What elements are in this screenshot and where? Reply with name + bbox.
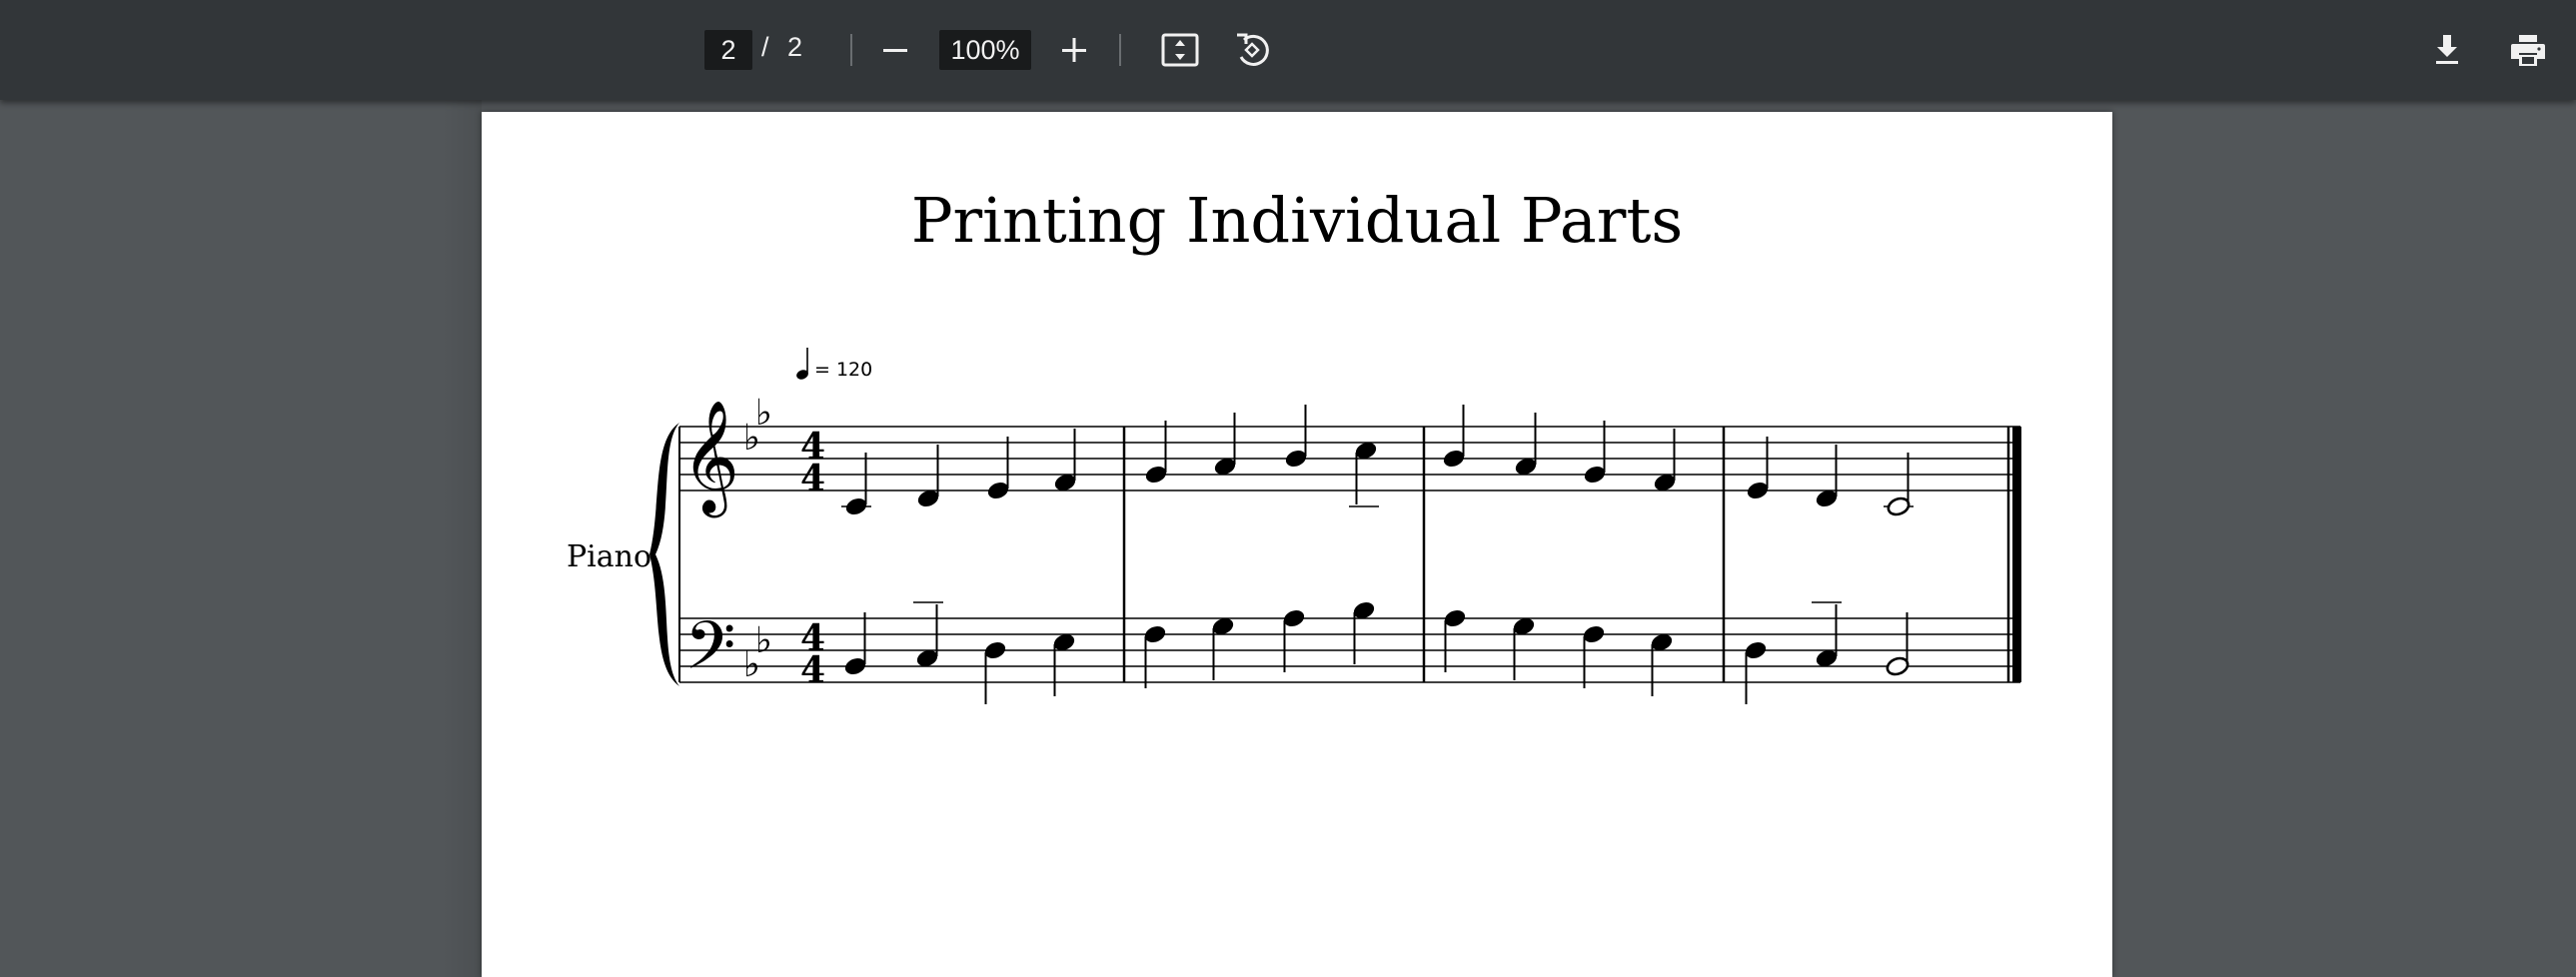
time-signature: 4 4 4 4 (800, 426, 825, 691)
pdf-toolbar: 2 / 2 100% (0, 0, 2576, 100)
tempo-marking: = 120 (814, 359, 873, 381)
fit-to-page-icon (1161, 33, 1199, 67)
rotate-button[interactable] (1224, 22, 1280, 78)
tempo-note (796, 348, 808, 380)
print-button[interactable] (2500, 22, 2556, 78)
zoom-level-input[interactable]: 100% (939, 30, 1031, 70)
notes-layer (841, 405, 1914, 704)
rotate-icon (1237, 33, 1269, 66)
print-icon (2511, 35, 2545, 66)
viewer-background (442, 100, 482, 977)
treble-clef: 𝄞 (681, 400, 739, 518)
pdf-page: Printing Individual Parts 𝄞 𝄢 ♭ ♭ ♭ ♭ 4 … (482, 112, 2112, 977)
staff-lines (679, 426, 2020, 683)
svg-text:4: 4 (800, 649, 825, 691)
key-signature: ♭ ♭ ♭ ♭ (743, 393, 772, 685)
plus-icon (1062, 38, 1086, 62)
page-total: 2 (787, 32, 803, 62)
zoom-out-button[interactable] (867, 22, 923, 78)
svg-text:♭: ♭ (755, 393, 772, 434)
download-icon (2436, 35, 2458, 64)
download-button[interactable] (2419, 22, 2475, 78)
toolbar-divider (1119, 34, 1121, 66)
fit-to-page-button[interactable] (1152, 22, 1208, 78)
music-score: 𝄞 𝄢 ♭ ♭ ♭ ♭ 4 4 4 4 (649, 348, 2021, 704)
instrument-name: Piano (567, 539, 652, 574)
grand-staff-brace (649, 423, 679, 686)
toolbar-divider (850, 34, 852, 66)
svg-text:4: 4 (800, 458, 825, 499)
page-number-input[interactable]: 2 (704, 30, 752, 70)
minus-icon (883, 49, 907, 52)
svg-text:♭: ♭ (755, 620, 772, 661)
bass-clef: 𝄢 (684, 607, 735, 700)
barlines (678, 427, 2021, 682)
zoom-in-button[interactable] (1046, 22, 1102, 78)
page-separator: / (761, 32, 769, 62)
